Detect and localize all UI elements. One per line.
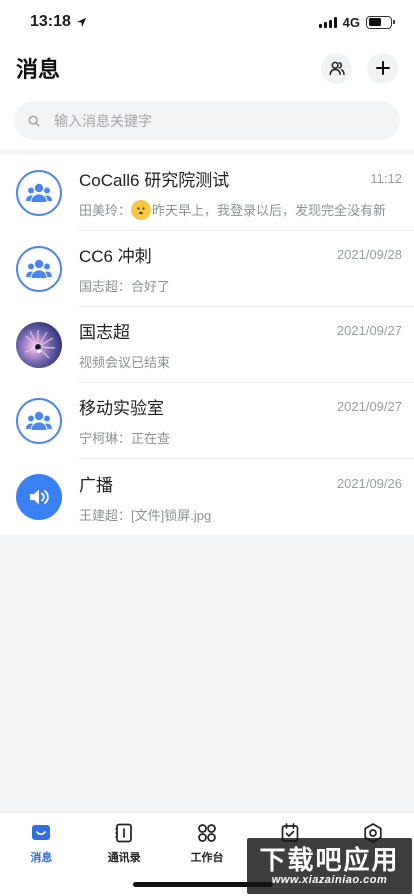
message-sender: 王建超： (79, 507, 132, 523)
conversation-body: 移动实验室 2021/09/27 宁柯琳： 正在查 (79, 383, 414, 459)
status-time: 13:18 (30, 13, 87, 31)
message-preview: 视频会议已结束 (79, 352, 402, 371)
conversation-list: CoCall6 研究院测试 11:12 田美玲： 昨天早上，我登录以后，发现完全… (0, 155, 414, 535)
conversation-body: 广播 2021/09/26 王建超： [文件]锁屏.jpg (79, 459, 414, 535)
battery-icon (366, 15, 395, 29)
search-icon (28, 115, 40, 126)
message-preview: 田美玲： 昨天早上，我登录以后，发现完全没有新 (79, 199, 402, 220)
message-text: 正在查 (131, 431, 171, 446)
message-text: 合好了 (131, 279, 171, 294)
tab-label: 消息 (30, 852, 53, 864)
message-preview: 王建超： [文件]锁屏.jpg (79, 505, 402, 524)
user-avatar (16, 322, 62, 368)
conversation-name: 移动实验室 (79, 399, 164, 418)
page-title: 消息 (16, 57, 61, 82)
network-type: 4G (342, 14, 360, 30)
tab-label: 工作台 (190, 852, 224, 864)
group-avatar (16, 246, 62, 292)
top-area: 13:18 4G 消息 (0, 0, 414, 149)
conversation-name: CoCall6 研究院测试 (79, 170, 230, 190)
message-text: [文件]锁屏.jpg (131, 507, 212, 523)
tab-label: 通讯录 (107, 852, 141, 864)
signal-icon (318, 16, 337, 28)
conversation-time: 2021/09/27 (336, 399, 402, 414)
conversation-time: 2021/09/28 (336, 247, 402, 262)
conversation-body: 国志超 2021/09/27 视频会议已结束 (79, 307, 414, 383)
conversation-body: CoCall6 研究院测试 11:12 田美玲： 昨天早上，我登录以后，发现完全… (79, 155, 414, 231)
conversation-item[interactable]: 移动实验室 2021/09/27 宁柯琳： 正在查 (0, 383, 414, 459)
broadcast-avatar (16, 474, 62, 520)
conversation-time: 11:12 (370, 170, 402, 186)
group-icon (26, 183, 52, 202)
add-button[interactable] (367, 52, 398, 84)
confused-emoji-icon (131, 199, 152, 220)
conversation-name: CC6 冲刺 (79, 247, 152, 266)
contacts-button[interactable] (321, 52, 352, 84)
conversation-time: 2021/09/27 (336, 323, 402, 338)
search-bar[interactable] (14, 101, 400, 140)
group-avatar (16, 398, 62, 444)
message-text: 视频会议已结束 (79, 355, 171, 370)
speaker-icon (30, 489, 49, 505)
message-sender: 田美玲： (79, 203, 132, 218)
group-avatar (16, 170, 62, 216)
conversation-item[interactable]: CoCall6 研究院测试 11:12 田美玲： 昨天早上，我登录以后，发现完全… (0, 155, 414, 231)
location-arrow-icon (76, 17, 87, 27)
group-icon (26, 411, 52, 430)
message-preview: 宁柯琳： 正在查 (79, 428, 402, 447)
conversation-time: 2021/09/26 (336, 475, 402, 491)
plus-icon (375, 61, 390, 75)
watermark-logo: 下载吧应用 www.xiazainiao.com (247, 838, 412, 894)
conversation-name: 广播 (79, 475, 113, 495)
conversation-item[interactable]: 国志超 2021/09/27 视频会议已结束 (0, 307, 414, 383)
conversation-name: 国志超 (79, 323, 130, 342)
search-input[interactable] (54, 112, 354, 129)
status-bar: 13:18 4G (0, 0, 414, 44)
grid-apps-icon (198, 824, 216, 842)
group-icon (26, 259, 52, 278)
header-actions (321, 52, 398, 84)
message-preview: 国志超： 合好了 (79, 276, 402, 295)
header: 消息 (0, 44, 414, 92)
message-sender: 宁柯琳： (79, 431, 132, 446)
search-container (0, 92, 414, 149)
clock: 13:18 (30, 13, 71, 30)
message-tab-icon (32, 825, 51, 840)
tab-messages[interactable]: 消息 (9, 822, 73, 896)
people-icon (328, 61, 345, 76)
conversation-body: CC6 冲刺 2021/09/28 国志超： 合好了 (79, 231, 414, 307)
watermark-sub: www.xiazainiao.com (271, 874, 388, 886)
conversation-item[interactable]: 广播 2021/09/26 王建超： [文件]锁屏.jpg (0, 459, 414, 535)
watermark-main: 下载吧应用 (259, 845, 400, 875)
status-indicators: 4G (318, 14, 395, 30)
conversation-item[interactable]: CC6 冲刺 2021/09/28 国志超： 合好了 (0, 231, 414, 307)
message-text: 昨天早上，我登录以后，发现完全没有新 (152, 203, 387, 218)
address-book-icon (115, 823, 133, 843)
message-sender: 国志超： (79, 279, 132, 294)
flower-photo-icon (24, 330, 56, 359)
